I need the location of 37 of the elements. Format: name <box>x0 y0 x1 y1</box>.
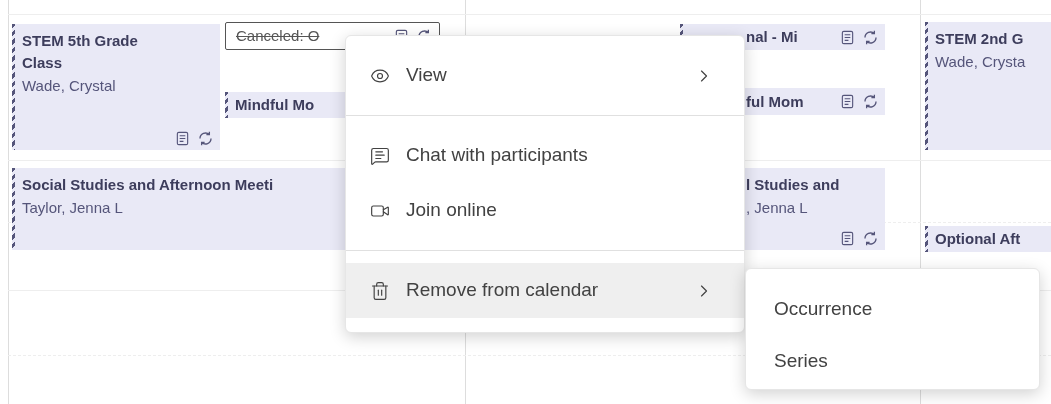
notes-icon <box>840 94 855 109</box>
menu-item[interactable]: Join online <box>346 183 744 238</box>
menu-label: Chat with participants <box>406 143 588 168</box>
hatch-stripe <box>225 92 228 118</box>
sync-icon <box>199 131 212 146</box>
sync-icon <box>864 29 877 45</box>
notes-icon <box>840 231 855 246</box>
event-card[interactable]: STEM 2nd G Wade, Crysta <box>925 22 1051 150</box>
chat-icon <box>370 145 390 166</box>
event-organizer: Wade, Crysta <box>935 52 1026 72</box>
event-title: Canceled: O <box>236 26 320 46</box>
event-title: STEM 2nd G <box>935 29 1025 49</box>
event-title: nal - Mi <box>746 27 798 47</box>
sync-icon <box>864 94 877 109</box>
trash-icon <box>370 280 390 301</box>
menu-item[interactable]: Chat with participants <box>346 128 744 183</box>
event-title: Optional Aft <box>935 229 1021 249</box>
menu-item[interactable]: View <box>346 48 744 103</box>
menu-label: Remove from calendar <box>406 278 599 303</box>
submenu-item[interactable]: Series <box>746 335 1039 387</box>
event-title: STEM 5th Grade Class <box>22 31 139 73</box>
event-card[interactable]: STEM 5th Grade Class Wade, Crystal <box>12 24 220 150</box>
event-card[interactable]: Optional Aft <box>925 226 1051 252</box>
event-organizer: Taylor, Jenna L <box>22 198 123 218</box>
event-title: Mindful Mo <box>235 95 315 115</box>
hatch-stripe <box>925 226 928 252</box>
submenu-item[interactable]: Occurrence <box>746 283 1039 335</box>
event-title: l Studies and <box>746 175 841 195</box>
event-organizer: , Jenna L <box>746 198 808 218</box>
notes-icon <box>840 29 855 45</box>
menu-item[interactable]: Remove from calendar <box>346 263 744 318</box>
event-organizer: Wade, Crystal <box>22 76 116 96</box>
notes-icon <box>175 131 190 146</box>
menu-label: View <box>406 63 447 88</box>
event-title: Social Studies and Afternoon Meeti <box>22 175 275 195</box>
event-title: ful Mom <box>746 91 804 112</box>
sync-icon <box>864 231 877 246</box>
